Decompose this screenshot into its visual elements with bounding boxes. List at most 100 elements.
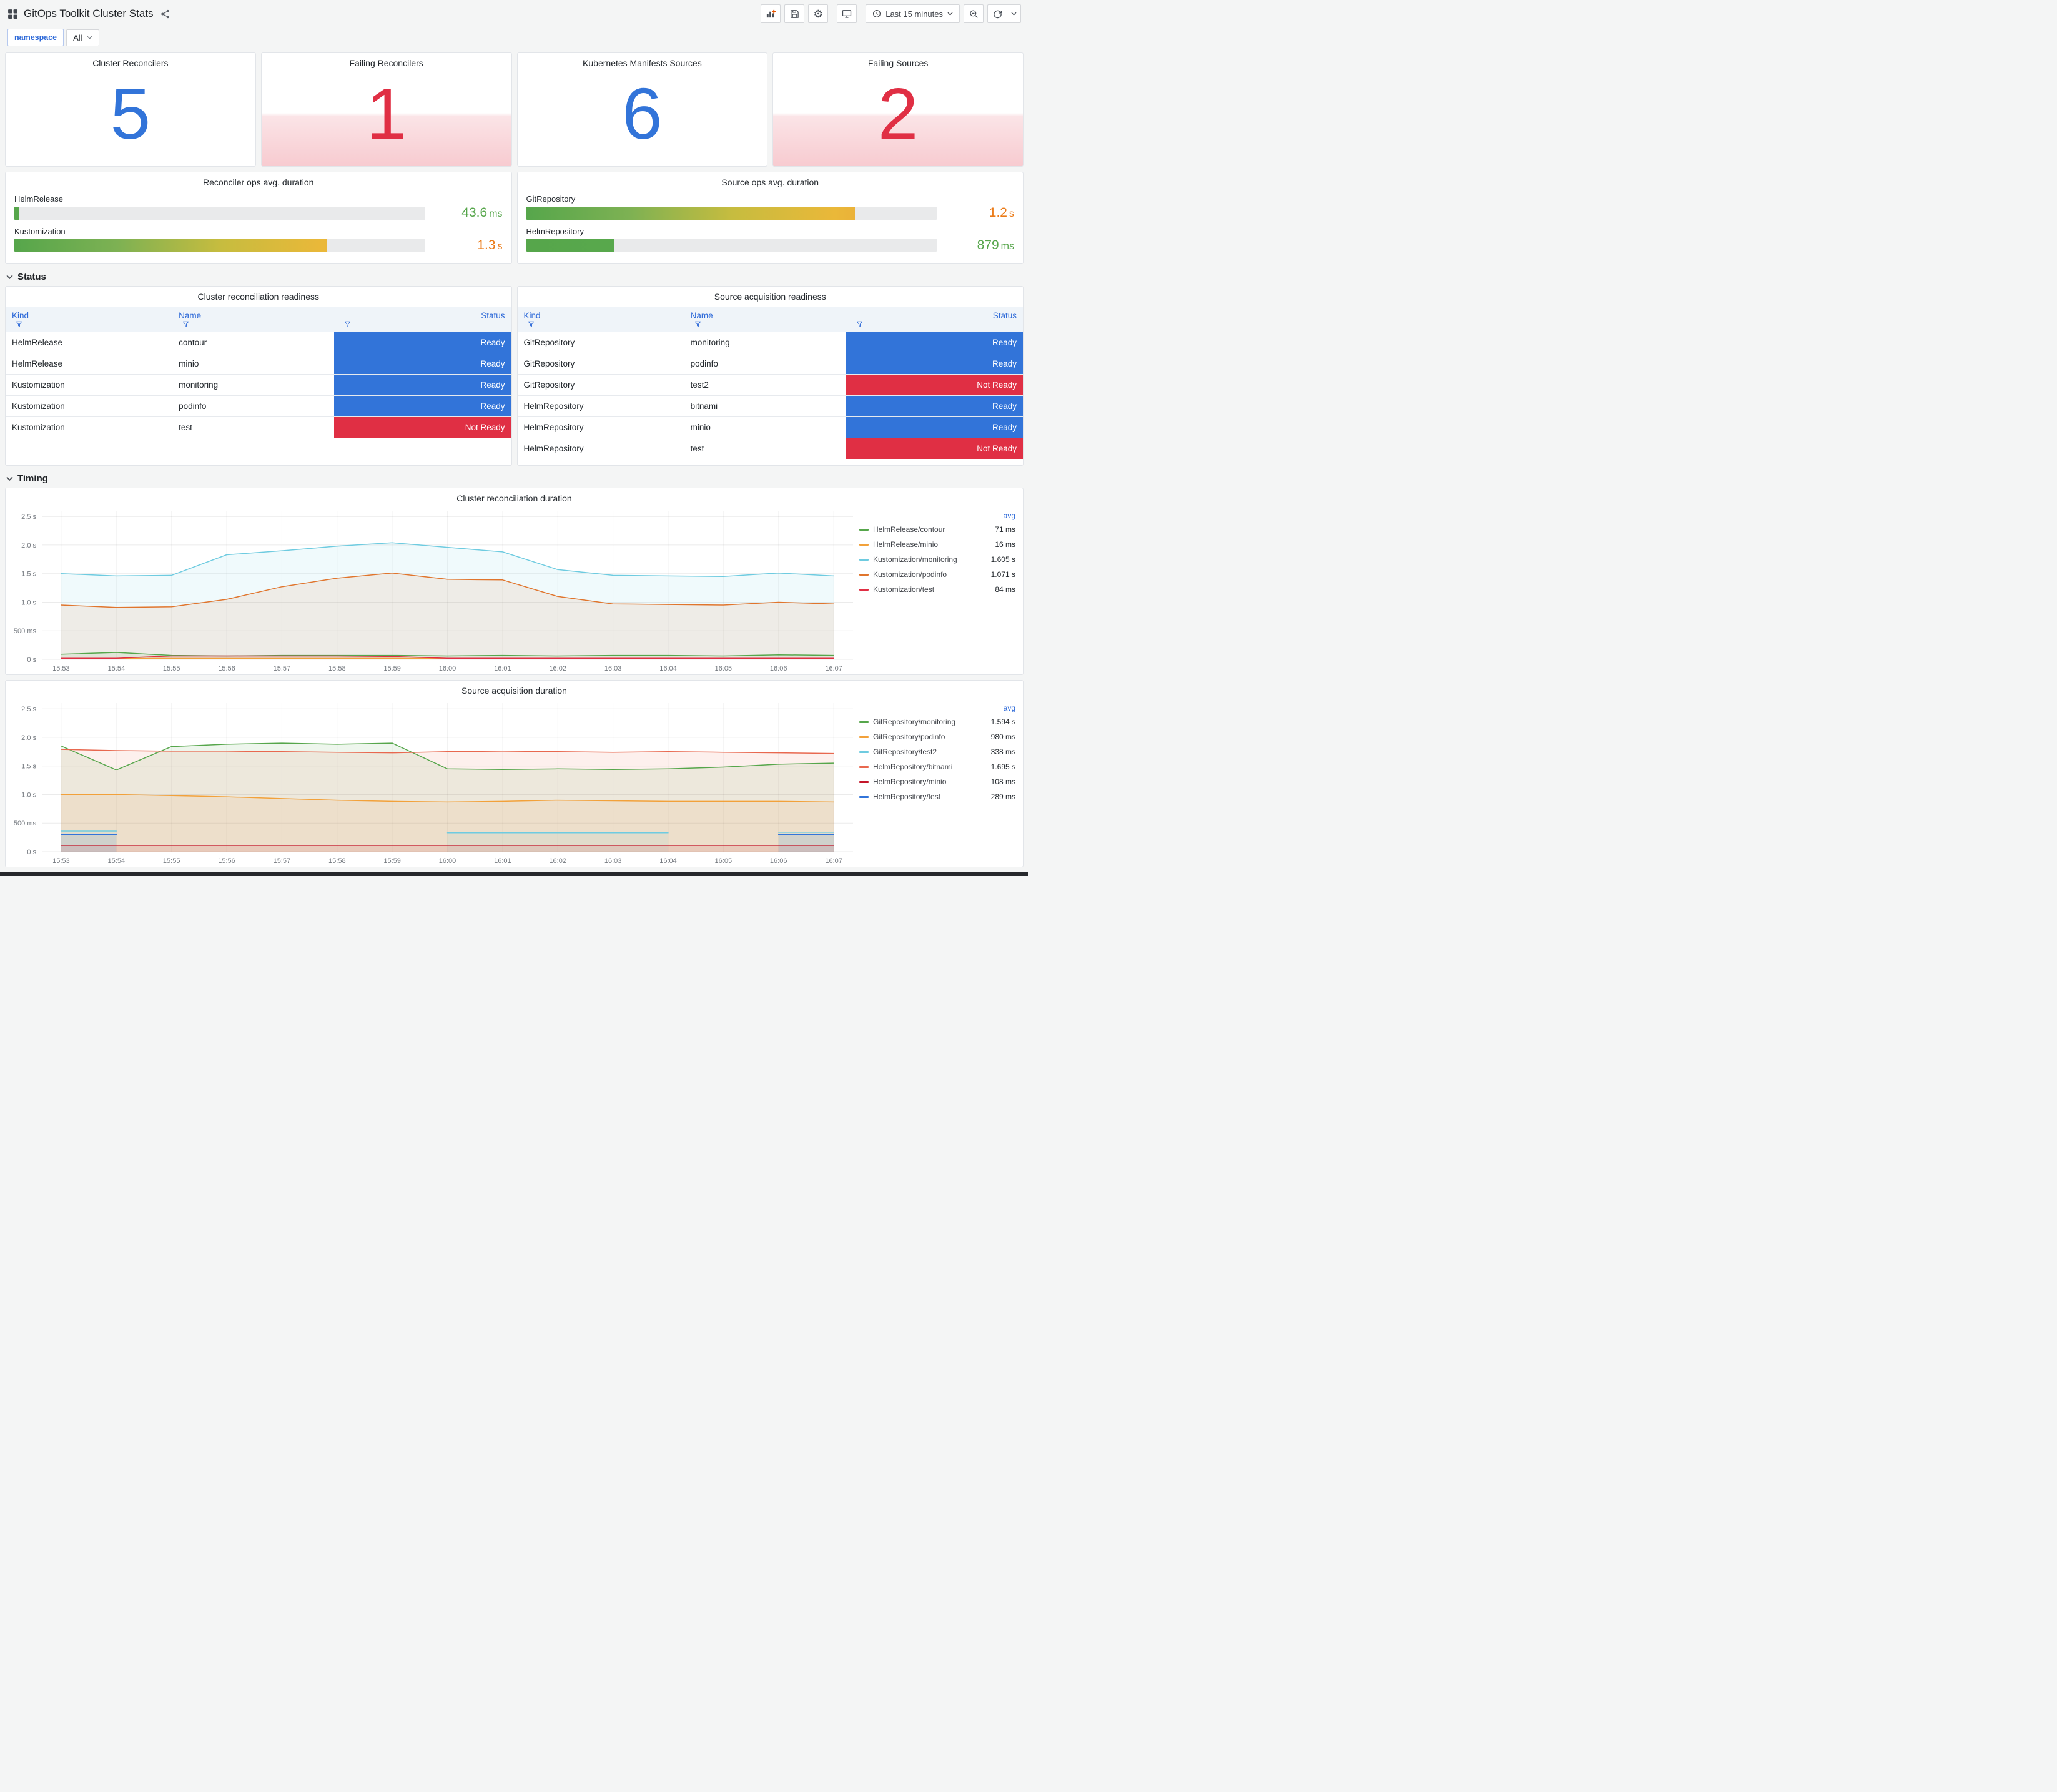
chart-plot[interactable]: 0 s 500 ms 1.0 s 1.5 s 2.0 s 2.5 s 15:53 15:54 1… — [6, 697, 859, 867]
filter-icon[interactable] — [344, 320, 351, 327]
legend-item[interactable]: GitRepository/test2 338 ms — [859, 744, 1015, 759]
legend-sort-avg[interactable]: avg — [1004, 704, 1015, 712]
time-range-label: Last 15 minutes — [885, 9, 943, 19]
column-header-name[interactable]: Name — [684, 307, 846, 332]
bar-gauge — [14, 206, 425, 220]
svg-text:16:07: 16:07 — [825, 857, 842, 865]
refresh-interval-dropdown[interactable] — [1007, 4, 1021, 23]
add-panel-button[interactable] — [761, 4, 781, 23]
table-row: Kustomization monitoring Ready — [6, 374, 511, 396]
gauge-label: HelmRelease — [14, 194, 64, 204]
variable-namespace-select[interactable]: All — [66, 29, 99, 46]
panel-title[interactable]: Reconciler ops avg. duration — [6, 172, 511, 189]
cell-kind: Kustomization — [6, 416, 173, 438]
svg-text:500 ms: 500 ms — [14, 820, 37, 827]
zoom-out-button[interactable] — [964, 4, 984, 23]
filter-icon[interactable] — [694, 320, 701, 327]
svg-text:2.0 s: 2.0 s — [21, 734, 36, 742]
column-header-kind[interactable]: Kind — [6, 307, 173, 332]
stat-value: 5 — [110, 72, 151, 154]
save-dashboard-button[interactable] — [784, 4, 805, 23]
stat-value: 2 — [877, 72, 919, 154]
svg-text:16:07: 16:07 — [825, 665, 842, 672]
section-timing[interactable]: Timing — [0, 466, 1028, 488]
filter-icon[interactable] — [856, 320, 863, 327]
monitor-icon — [842, 10, 852, 18]
dashboard-variables-row: namespace All — [0, 27, 1028, 52]
gauge-value: 879 ms — [977, 237, 1014, 252]
status-badge: Not Ready — [334, 416, 511, 438]
cell-kind: HelmRepository — [517, 395, 684, 417]
filter-icon[interactable] — [182, 320, 189, 327]
legend-sort-avg[interactable]: avg — [1004, 511, 1015, 520]
panel-title[interactable]: Source ops avg. duration — [518, 172, 1024, 189]
filter-icon[interactable] — [528, 320, 535, 327]
share-icon[interactable] — [159, 8, 171, 20]
svg-text:16:02: 16:02 — [549, 665, 566, 672]
panel-title[interactable]: Cluster reconciliation readiness — [6, 287, 511, 303]
legend-item[interactable]: GitRepository/podinfo 980 ms — [859, 729, 1015, 744]
column-header-kind[interactable]: Kind — [517, 307, 684, 332]
legend-item[interactable]: Kustomization/podinfo 1.071 s — [859, 567, 1015, 582]
panel-title[interactable]: Source acquisition duration — [6, 681, 1023, 697]
time-range-picker[interactable]: Last 15 minutes — [866, 4, 960, 23]
svg-text:16:01: 16:01 — [494, 857, 511, 865]
legend-item[interactable]: HelmRelease/contour 71 ms — [859, 522, 1015, 537]
panel-title[interactable]: Kubernetes Manifests Sources — [518, 53, 767, 69]
status-badge: Not Ready — [846, 438, 1023, 459]
chevron-down-icon — [947, 12, 953, 16]
table-header-row: Kind Name Status — [517, 307, 1023, 332]
legend-item[interactable]: HelmRepository/bitnami 1.695 s — [859, 759, 1015, 774]
legend-item[interactable]: GitRepository/monitoring 1.594 s — [859, 714, 1015, 729]
timeseries-panel-cluster-reconciliation-duration: Cluster reconciliation duration 0 s 500 m… — [5, 488, 1024, 675]
legend-item[interactable]: HelmRepository/test 289 ms — [859, 789, 1015, 804]
status-badge: Not Ready — [846, 374, 1023, 396]
cell-name: podinfo — [172, 395, 335, 417]
status-badge: Ready — [846, 395, 1023, 417]
legend-item[interactable]: Kustomization/test 84 ms — [859, 582, 1015, 597]
svg-text:16:05: 16:05 — [715, 857, 733, 865]
series-color-mark — [859, 721, 869, 723]
panel-title[interactable]: Source acquisition readiness — [518, 287, 1024, 303]
svg-text:15:53: 15:53 — [52, 665, 70, 672]
bar-gauge — [526, 239, 937, 252]
panel-title[interactable]: Failing Reconcilers — [262, 53, 511, 69]
series-color-mark — [859, 795, 869, 798]
cell-name: minio — [684, 416, 846, 438]
cycle-view-mode-button[interactable] — [837, 4, 857, 23]
chevron-down-icon — [87, 36, 92, 39]
svg-text:15:55: 15:55 — [163, 857, 180, 865]
legend-item[interactable]: HelmRelease/minio 16 ms — [859, 537, 1015, 552]
table-row: HelmRepository test Not Ready — [517, 438, 1023, 459]
column-header-status[interactable]: Status — [334, 307, 511, 332]
table-row: HelmRelease minio Ready — [6, 353, 511, 375]
svg-text:16:00: 16:00 — [439, 857, 456, 865]
chart-plot[interactable]: 0 s 500 ms 1.0 s 1.5 s 2.0 s 2.5 s 15:53 15:54 1… — [6, 505, 859, 674]
gauge-panels-row: Reconciler ops avg. duration HelmRelease… — [0, 172, 1028, 264]
panel-title[interactable]: Cluster Reconcilers — [6, 53, 255, 69]
dashboard-settings-button[interactable]: ⚙ — [808, 4, 829, 23]
column-header-name[interactable]: Name — [172, 307, 335, 332]
filter-icon[interactable] — [16, 320, 22, 327]
cell-kind: Kustomization — [6, 374, 173, 396]
table-row: GitRepository monitoring Ready — [517, 332, 1023, 353]
cell-kind: Kustomization — [6, 395, 173, 417]
column-header-status[interactable]: Status — [846, 307, 1023, 332]
panel-title[interactable]: Failing Sources — [773, 53, 1023, 69]
legend-item[interactable]: Kustomization/monitoring 1.605 s — [859, 552, 1015, 567]
svg-text:15:56: 15:56 — [218, 665, 235, 672]
legend-item[interactable]: HelmRepository/minio 108 ms — [859, 774, 1015, 789]
stat-panel-cluster-reconcilers: Cluster Reconcilers 5 — [5, 52, 256, 167]
panel-title[interactable]: Cluster reconciliation duration — [6, 488, 1023, 505]
section-status[interactable]: Status — [0, 264, 1028, 286]
timeseries-svg: 0 s 500 ms 1.0 s 1.5 s 2.0 s 2.5 s 15:53 15:54 1… — [14, 703, 853, 865]
dashboard-grid-icon[interactable] — [7, 9, 18, 19]
refresh-button[interactable] — [987, 4, 1007, 23]
gauge-value: 43.6 ms — [461, 205, 503, 220]
svg-text:16:03: 16:03 — [604, 857, 622, 865]
svg-text:1.0 s: 1.0 s — [21, 792, 36, 799]
status-badge: Ready — [846, 416, 1023, 438]
gauge-label: GitRepository — [526, 194, 576, 204]
svg-text:0 s: 0 s — [27, 656, 36, 664]
series-color-mark — [859, 558, 869, 561]
